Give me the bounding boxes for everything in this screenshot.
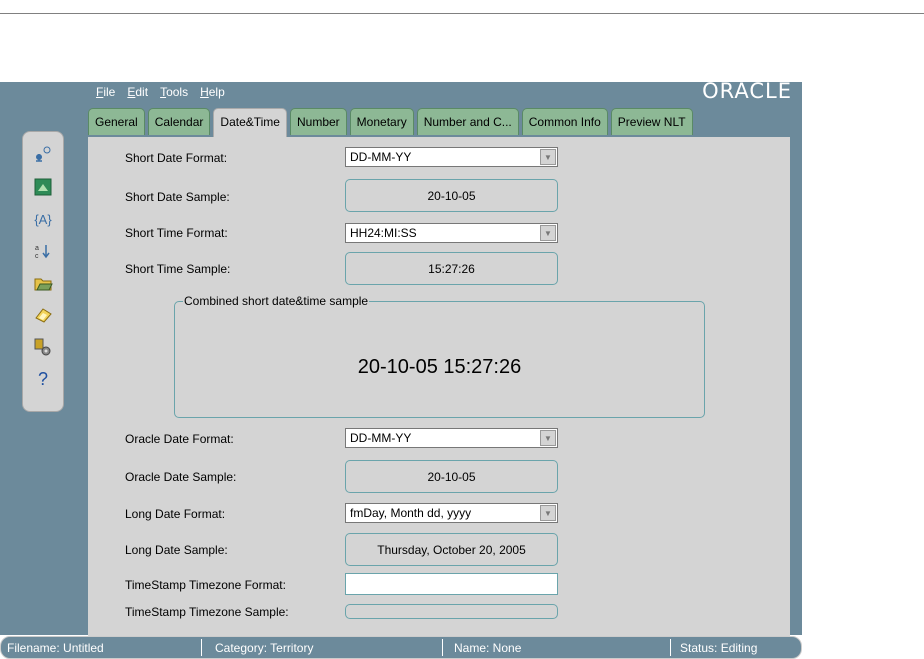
short-time-format-select[interactable]: HH24:MI:SS ▼ xyxy=(345,223,558,243)
chevron-down-icon[interactable]: ▼ xyxy=(540,225,556,241)
sort-icon[interactable]: ac xyxy=(32,240,54,262)
timestamp-tz-sample-label: TimeStamp Timezone Sample: xyxy=(125,605,289,619)
status-separator xyxy=(442,639,443,656)
svg-text:a: a xyxy=(35,245,39,252)
tab-preview-nlt[interactable]: Preview NLT xyxy=(610,108,693,135)
tab-general[interactable]: General xyxy=(88,108,145,135)
short-time-format-value: HH24:MI:SS xyxy=(350,226,417,240)
short-time-sample-value: 15:27:26 xyxy=(345,252,558,285)
tab-common-info[interactable]: Common Info xyxy=(521,108,608,135)
status-editing: Status: Editing xyxy=(680,641,758,655)
menu-tools[interactable]: Tools xyxy=(160,85,188,99)
status-name: Name: None xyxy=(454,641,522,655)
long-date-sample-value: Thursday, October 20, 2005 xyxy=(345,533,558,566)
tab-calendar[interactable]: Calendar xyxy=(147,108,211,135)
tab-monetary[interactable]: Monetary xyxy=(349,108,414,135)
chevron-down-icon[interactable]: ▼ xyxy=(540,505,556,521)
status-separator xyxy=(201,639,202,656)
help-icon[interactable]: ? xyxy=(32,368,54,390)
open-folder-icon[interactable] xyxy=(32,272,54,294)
tab-number-and-currency[interactable]: Number and C... xyxy=(416,108,519,135)
oracle-date-sample-value: 20-10-05 xyxy=(345,460,558,493)
short-time-format-label: Short Time Format: xyxy=(125,226,228,240)
timestamp-tz-format-input[interactable] xyxy=(345,573,558,595)
oracle-date-sample-label: Oracle Date Sample: xyxy=(125,470,237,484)
menu-help[interactable]: Help xyxy=(200,85,225,99)
timestamp-tz-sample-value xyxy=(345,604,558,619)
top-divider xyxy=(0,13,924,14)
status-category: Category: Territory xyxy=(215,641,314,655)
tab-number[interactable]: Number xyxy=(289,108,347,135)
oracle-logo: ORACLE xyxy=(702,79,792,103)
tab-strip: General Calendar Date&Time Number Moneta… xyxy=(88,108,693,137)
image-icon[interactable] xyxy=(32,176,54,198)
svg-text:c: c xyxy=(35,253,39,260)
chevron-down-icon[interactable]: ▼ xyxy=(540,149,556,165)
long-date-sample-label: Long Date Sample: xyxy=(125,543,228,557)
short-date-sample-label: Short Date Sample: xyxy=(125,190,230,204)
side-toolbar: {A} ac ? xyxy=(22,131,64,412)
short-date-sample-value: 20-10-05 xyxy=(345,179,558,212)
menu-file[interactable]: File xyxy=(96,85,115,99)
combined-sample-value: 20-10-05 15:27:26 xyxy=(357,356,522,378)
variable-icon[interactable]: {A} xyxy=(32,208,54,230)
chevron-down-icon[interactable]: ▼ xyxy=(540,430,556,446)
menu-edit[interactable]: Edit xyxy=(127,85,148,99)
save-disk-icon[interactable] xyxy=(32,304,54,326)
short-time-sample-label: Short Time Sample: xyxy=(125,262,231,276)
menu-bar: File Edit Tools Help ORACLE xyxy=(0,79,802,107)
long-date-format-select[interactable]: fmDay, Month dd, yyyy ▼ xyxy=(345,503,558,523)
status-separator xyxy=(670,639,671,656)
short-date-format-select[interactable]: DD-MM-YY ▼ xyxy=(345,147,558,167)
oracle-date-format-select[interactable]: DD-MM-YY ▼ xyxy=(345,428,558,448)
short-date-format-value: DD-MM-YY xyxy=(350,150,412,164)
short-date-format-label: Short Date Format: xyxy=(125,151,228,165)
long-date-format-label: Long Date Format: xyxy=(125,507,226,521)
timestamp-tz-format-label: TimeStamp Timezone Format: xyxy=(125,578,286,592)
combined-sample-group: Combined short date&time sample 20-10-05… xyxy=(174,294,705,418)
combined-sample-title: Combined short date&time sample xyxy=(183,294,370,308)
oracle-date-format-label: Oracle Date Format: xyxy=(125,432,234,446)
tab-date-time[interactable]: Date&Time xyxy=(213,108,287,137)
oracle-date-format-value: DD-MM-YY xyxy=(350,431,412,445)
long-date-format-value: fmDay, Month dd, yyyy xyxy=(350,506,472,520)
status-filename: Filename: Untitled xyxy=(7,641,104,655)
settings-icon[interactable] xyxy=(32,336,54,358)
status-bar: Filename: Untitled Category: Territory N… xyxy=(0,636,802,659)
connect-icon[interactable] xyxy=(32,144,54,166)
